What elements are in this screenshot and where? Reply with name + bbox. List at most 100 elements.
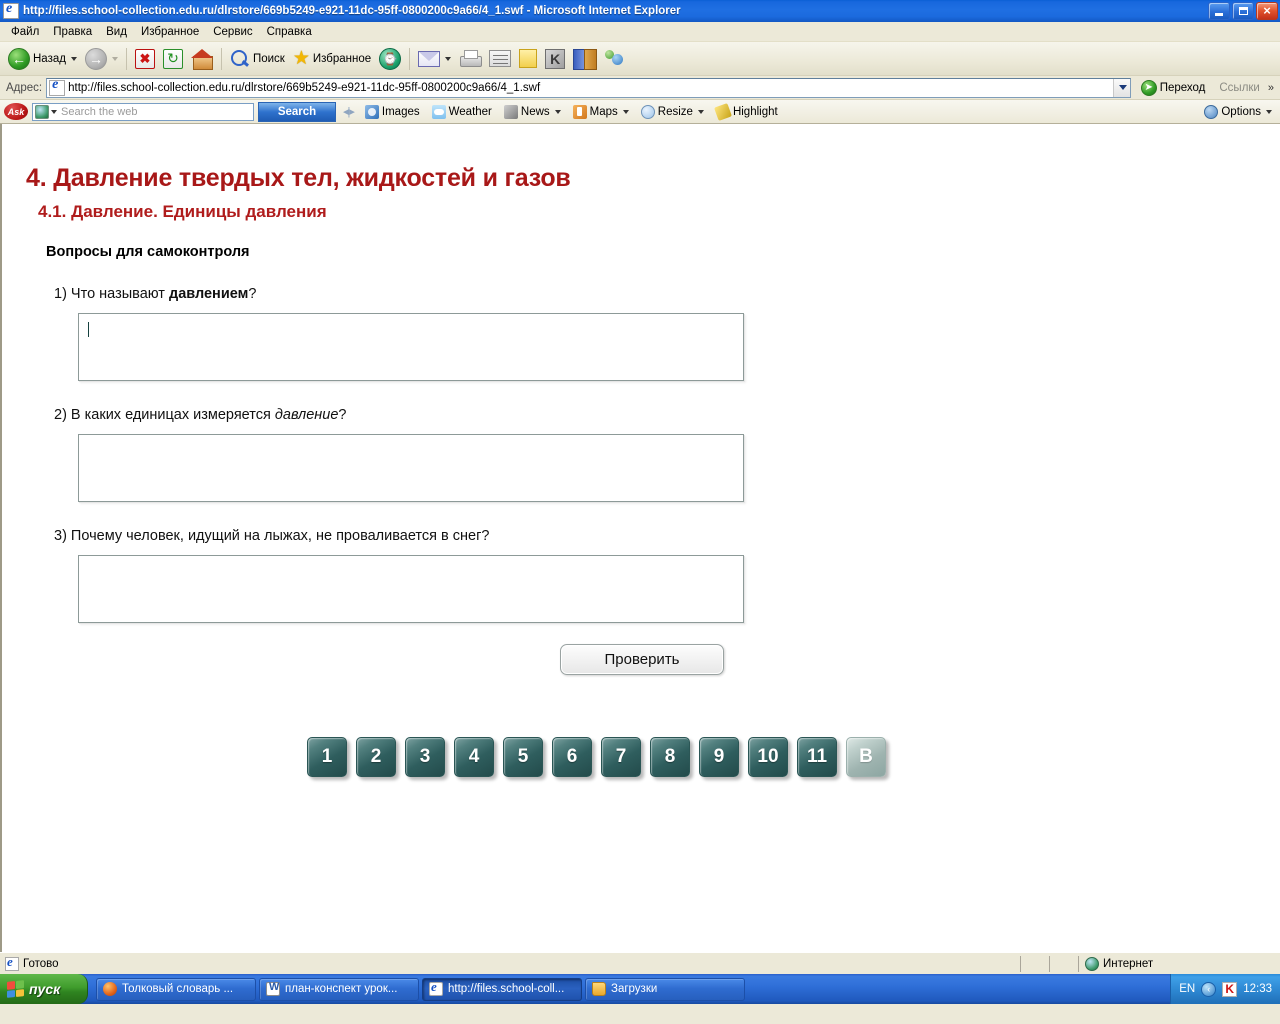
nav-button-11[interactable]: 11: [797, 737, 837, 777]
status-text: Готово: [23, 957, 59, 970]
chevron-left-icon[interactable]: ‹: [1201, 981, 1217, 997]
ask-item-resize[interactable]: Resize: [637, 104, 708, 119]
question-before-text: Что называют: [66, 286, 169, 302]
search-button[interactable]: Поиск: [226, 45, 289, 73]
nav-button-6[interactable]: 6: [552, 737, 592, 777]
favorites-label: Избранное: [312, 52, 372, 65]
dictionary-icon: [573, 49, 598, 70]
notes-button[interactable]: [515, 45, 541, 73]
chevron-down-icon[interactable]: [70, 56, 77, 61]
page-navigation: 1 2 3 4 5 6 7 8 9 10 11 B: [2, 737, 1280, 777]
ask-search-input[interactable]: Search the web: [32, 102, 254, 121]
home-button[interactable]: [187, 45, 217, 73]
address-input[interactable]: http://files.school-collection.edu.ru/dl…: [46, 77, 1131, 98]
menu-item-edit[interactable]: Правка: [46, 24, 99, 40]
taskbar-item-document[interactable]: план-конспект урок...: [259, 977, 419, 1001]
menu-item-help[interactable]: Справка: [260, 24, 319, 40]
answer-textarea-3[interactable]: [78, 555, 744, 623]
close-button[interactable]: ×: [1256, 2, 1278, 20]
kaspersky-button[interactable]: K: [541, 45, 569, 73]
toolbar-grip-icon: ◂|▸: [343, 106, 355, 118]
ask-item-images[interactable]: Images: [361, 104, 424, 119]
ie-icon: [5, 954, 19, 971]
status-divider: [1078, 955, 1079, 972]
chevron-down-icon[interactable]: [1266, 109, 1272, 114]
question-block-3: 3) Почему человек, идущий на лыжах, не п…: [2, 528, 1280, 623]
question-text-2: 2) В каких единицах измеряется давление?: [10, 407, 1280, 423]
ask-logo-icon[interactable]: Ask: [4, 103, 28, 120]
favorites-button[interactable]: ★ Избранное: [289, 45, 375, 73]
taskbar-item-browser[interactable]: http://files.school-coll...: [422, 977, 582, 1001]
window-titlebar: http://files.school-collection.edu.ru/dl…: [0, 0, 1280, 22]
taskbar-item-dictionary[interactable]: Толковый словарь ...: [96, 977, 256, 1001]
question-text-3: 3) Почему человек, идущий на лыжах, не п…: [10, 528, 1280, 544]
taskbar-item-downloads[interactable]: Загрузки: [585, 977, 745, 1001]
ask-item-maps[interactable]: Maps: [569, 104, 633, 119]
stop-icon: ✖: [134, 48, 155, 69]
minimize-button[interactable]: [1208, 2, 1230, 20]
ask-item-highlight[interactable]: Highlight: [712, 102, 782, 121]
maximize-button[interactable]: [1232, 2, 1254, 20]
chevron-down-icon[interactable]: [697, 109, 704, 114]
nav-button-5[interactable]: 5: [503, 737, 543, 777]
menu-item-tools[interactable]: Сервис: [206, 24, 259, 40]
question-block-2: 2) В каких единицах измеряется давление?: [2, 407, 1280, 502]
nav-button-3[interactable]: 3: [405, 737, 445, 777]
ask-item-news[interactable]: News: [500, 104, 565, 119]
ask-item-weather[interactable]: Weather: [428, 104, 496, 119]
status-bar: Готово Интернет: [0, 952, 1280, 974]
taskbar-item-label: Загрузки: [611, 983, 658, 995]
back-button[interactable]: ← Назад: [4, 45, 81, 73]
nav-button-10[interactable]: 10: [748, 737, 788, 777]
system-tray: EN ‹ 12:33: [1170, 974, 1280, 1004]
edit-button[interactable]: [485, 45, 515, 73]
menu-item-view[interactable]: Вид: [99, 24, 134, 40]
question-number: 1): [54, 286, 67, 302]
kaspersky-tray-icon[interactable]: [1222, 981, 1238, 997]
question-emphasis: давление: [274, 407, 339, 423]
toolbar-overflow-icon[interactable]: »: [1268, 82, 1278, 94]
language-indicator[interactable]: EN: [1179, 983, 1195, 995]
taskbar: пуск Толковый словарь ... план-конспект …: [0, 974, 1280, 1004]
forward-button[interactable]: →: [81, 45, 122, 73]
chevron-down-icon[interactable]: [554, 109, 561, 114]
subheading: Вопросы для самоконтроля: [46, 244, 250, 260]
mail-button[interactable]: [414, 45, 455, 73]
address-dropdown-button[interactable]: [1112, 78, 1130, 97]
nav-button-4[interactable]: 4: [454, 737, 494, 777]
refresh-button[interactable]: ↻: [159, 45, 187, 73]
ask-item-label: Weather: [448, 105, 492, 118]
start-button[interactable]: пуск: [0, 974, 88, 1004]
go-button[interactable]: ➤ Переход: [1135, 78, 1212, 98]
nav-button-b[interactable]: B: [846, 737, 886, 777]
security-zone-cell[interactable]: Интернет: [1080, 955, 1280, 973]
edit-icon: [489, 50, 512, 67]
nav-button-1[interactable]: 1: [307, 737, 347, 777]
chevron-down-icon[interactable]: [51, 109, 57, 114]
ask-options-button[interactable]: Options: [1200, 104, 1276, 119]
menu-item-file[interactable]: Файл: [4, 24, 46, 40]
word-doc-icon: [266, 981, 280, 996]
nav-button-2[interactable]: 2: [356, 737, 396, 777]
links-label[interactable]: Ссылки: [1215, 82, 1264, 94]
history-button[interactable]: ⌚: [375, 45, 405, 73]
print-button[interactable]: [455, 45, 485, 73]
chevron-down-icon[interactable]: [622, 109, 629, 114]
toolbar-divider: [409, 47, 411, 70]
taskbar-item-label: план-конспект урок...: [285, 983, 398, 995]
messenger-button[interactable]: [599, 45, 629, 73]
go-label: Переход: [1159, 81, 1206, 94]
dictionary-button[interactable]: [569, 45, 599, 73]
chevron-down-icon[interactable]: [445, 56, 452, 61]
answer-textarea-1[interactable]: [78, 313, 744, 381]
chevron-down-icon: [111, 56, 118, 61]
nav-button-7[interactable]: 7: [601, 737, 641, 777]
clock[interactable]: 12:33: [1243, 983, 1272, 995]
answer-textarea-2[interactable]: [78, 434, 744, 502]
ask-search-button[interactable]: Search: [258, 101, 336, 122]
nav-button-9[interactable]: 9: [699, 737, 739, 777]
check-button[interactable]: Проверить: [560, 644, 724, 675]
nav-button-8[interactable]: 8: [650, 737, 690, 777]
menu-item-favorites[interactable]: Избранное: [134, 24, 206, 40]
stop-button[interactable]: ✖: [131, 45, 159, 73]
